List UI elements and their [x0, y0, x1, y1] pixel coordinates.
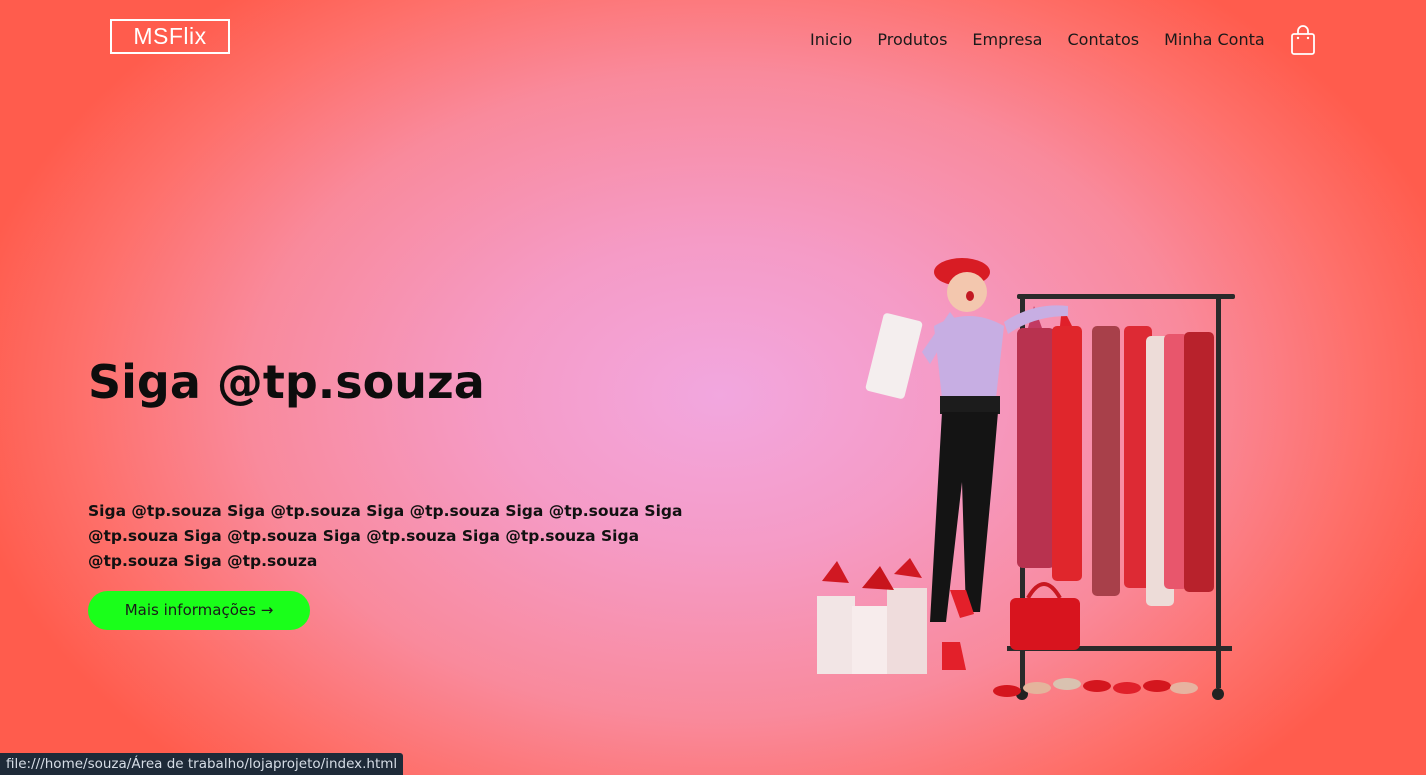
status-bar-url: file:///home/souza/Área de trabalho/loja…: [0, 753, 404, 775]
shopping-bag-icon[interactable]: [1290, 24, 1316, 56]
nav-link-empresa[interactable]: Empresa: [972, 30, 1042, 50]
nav-link-produtos[interactable]: Produtos: [877, 30, 947, 50]
fashion-shopping-image: [812, 236, 1244, 706]
more-info-button[interactable]: Mais informações →: [88, 591, 310, 630]
main-nav: Inicio Produtos Empresa Contatos Minha C…: [810, 30, 1290, 50]
hero-title: Siga @tp.souza: [88, 355, 485, 409]
logo[interactable]: MSFlix: [110, 19, 230, 54]
nav-link-inicio[interactable]: Inicio: [810, 30, 852, 50]
nav-link-contatos[interactable]: Contatos: [1067, 30, 1139, 50]
nav-link-minha-conta[interactable]: Minha Conta: [1164, 30, 1265, 50]
hero-text: Siga @tp.souza Siga @tp.souza Siga @tp.s…: [88, 502, 683, 570]
